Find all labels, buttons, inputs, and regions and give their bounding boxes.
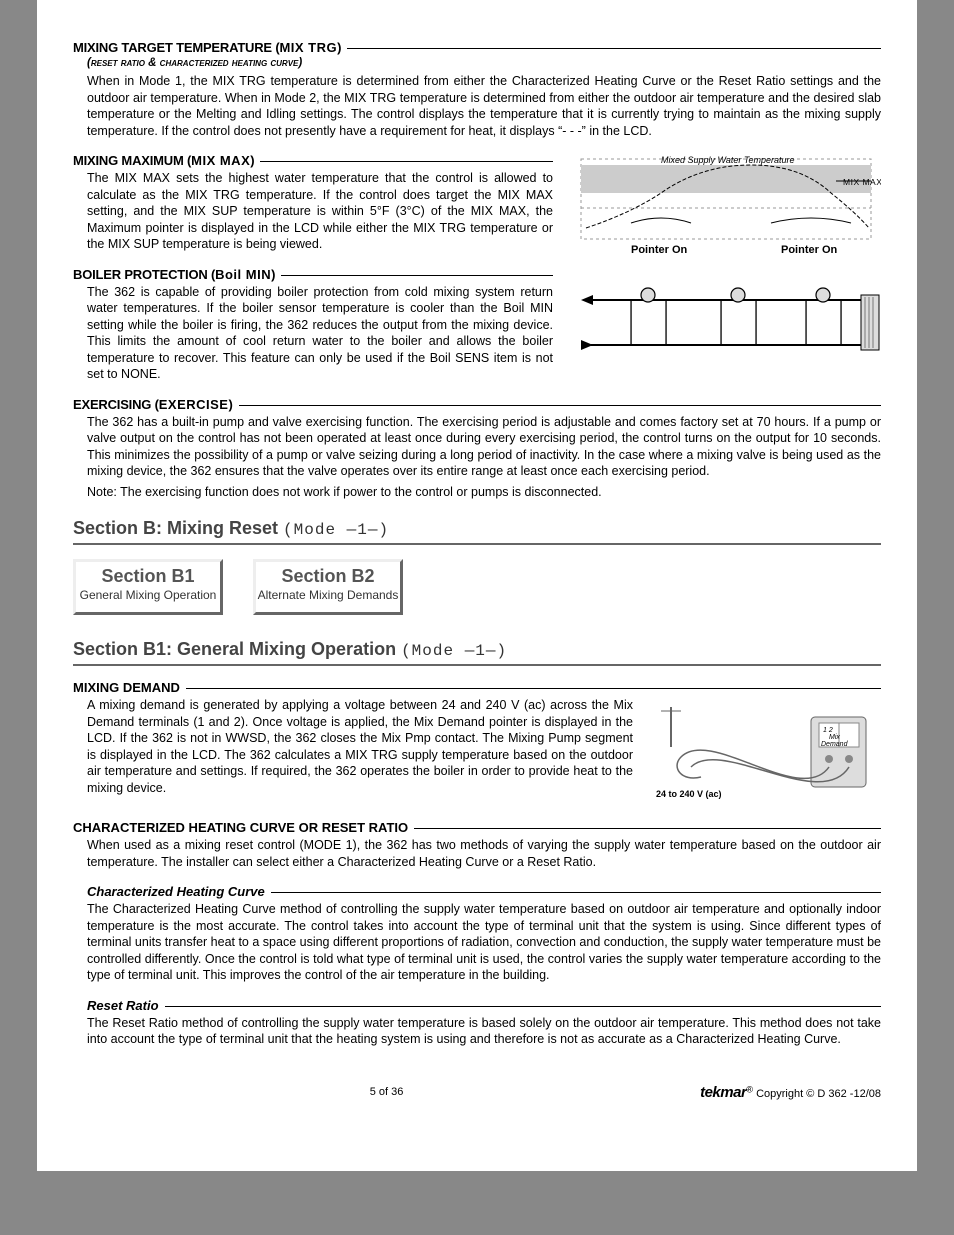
rule: [165, 1006, 881, 1007]
heading-text: MIXING TARGET TEMPERATURE (: [73, 40, 279, 55]
row-mixing-demand: A mixing demand is generated by applying…: [73, 697, 881, 810]
nav-title: Section B1: [76, 566, 220, 588]
heading-text: BOILER PROTECTION (: [73, 267, 215, 282]
heading-close: ): [271, 267, 275, 282]
para-char-curve: The Characterized Heating Curve method o…: [87, 901, 881, 984]
heading-char-curve-reset: CHARACTERIZED HEATING CURVE OR RESET RAT…: [73, 820, 881, 835]
page-number: 5 of 36: [370, 1086, 404, 1098]
page-footer: 5 of 36 tekmar® Copyright © D 362 -12/08: [73, 1078, 881, 1101]
row-mixmax: MIXING MAXIMUM ( MIX MAX ) The MIX MAX s…: [73, 153, 881, 397]
section-title: Section B1: General Mixing Operation: [73, 639, 396, 659]
section-title: Section B: Mixing Reset: [73, 518, 278, 538]
mix-demand-diagram: 1 2 Mix Demand 24 to 240 V (ac): [651, 697, 881, 807]
nav-section-b2[interactable]: Section B2 Alternate Mixing Demands: [253, 559, 403, 615]
pointer-on-right: Pointer On: [781, 244, 838, 256]
para-mixing-demand: A mixing demand is generated by applying…: [87, 697, 633, 796]
heading-text: CHARACTERIZED HEATING CURVE OR RESET RAT…: [73, 820, 408, 835]
copyright: tekmar® Copyright © D 362 -12/08: [700, 1084, 881, 1101]
heading-lcd: MIX MAX: [191, 153, 250, 168]
heading-text: EXERCISING (: [73, 397, 159, 412]
subhead-text: Characterized Heating Curve: [87, 884, 265, 899]
mix-label: Mix: [829, 734, 840, 741]
nav-subtitle: Alternate Mixing Demands: [256, 588, 400, 602]
heading-boil-min: BOILER PROTECTION ( Boil MIN ): [73, 267, 553, 282]
heading-close: ): [337, 40, 341, 55]
rule: [281, 275, 553, 276]
heading-text: MIXING DEMAND: [73, 680, 180, 695]
section-mode: (Mode —1—): [283, 521, 389, 539]
rule: [186, 688, 881, 689]
para-reset-ratio: The Reset Ratio method of controlling th…: [87, 1015, 881, 1048]
subhead-text: Reset Ratio: [87, 998, 159, 1013]
col-figure: 1 2 Mix Demand 24 to 240 V (ac): [651, 697, 881, 810]
rule: [260, 161, 553, 162]
mix-max-curve-diagram: Mixed Supply Water Temperature MIX MAX P…: [571, 153, 881, 263]
heading-mixing-demand: MIXING DEMAND: [73, 680, 881, 695]
heading-lcd: EXERCISE: [159, 397, 229, 412]
heading-lcd: MIX TRG: [279, 40, 337, 55]
para-exercise-note: Note: The exercising function does not w…: [87, 484, 881, 501]
subcaption: (reset ratio & characterized heating cur…: [87, 57, 881, 69]
rule: [239, 405, 881, 406]
heading-close: ): [228, 397, 232, 412]
pointer-on-left: Pointer On: [631, 244, 688, 256]
heading-lcd: Boil MIN: [215, 267, 271, 282]
curve-label: Mixed Supply Water Temperature: [661, 155, 795, 165]
rule: [414, 828, 881, 829]
col-figures: Mixed Supply Water Temperature MIX MAX P…: [571, 153, 881, 397]
terminal-label: 1 2: [823, 727, 833, 734]
heading-exercise: EXERCISING ( EXERCISE ): [73, 397, 881, 412]
section-mode: (Mode —1—): [401, 642, 507, 660]
subhead-reset-ratio: Reset Ratio: [87, 998, 881, 1013]
page: MIXING TARGET TEMPERATURE ( MIX TRG ) (r…: [37, 0, 917, 1171]
para-mix-max: The MIX MAX sets the highest water tempe…: [87, 170, 553, 253]
para-boil-min: The 362 is capable of providing boiler p…: [87, 284, 553, 383]
mix-max-label: MIX MAX: [843, 177, 881, 187]
heading-close: ): [250, 153, 254, 168]
nav-title: Section B2: [256, 566, 400, 588]
col-text: MIXING MAXIMUM ( MIX MAX ) The MIX MAX s…: [73, 153, 553, 397]
voltage-label: 24 to 240 V (ac): [656, 789, 722, 799]
piping-schematic: [571, 275, 881, 375]
copyright-text: Copyright © D 362 -12/08: [756, 1088, 881, 1100]
section-b-header: Section B: Mixing Reset (Mode —1—): [73, 518, 881, 545]
brand-logo: tekmar: [700, 1084, 746, 1101]
para-exercise: The 362 has a built-in pump and valve ex…: [87, 414, 881, 480]
heading-mix-max: MIXING MAXIMUM ( MIX MAX ): [73, 153, 553, 168]
para-char-curve-reset: When used as a mixing reset control (MOD…: [87, 837, 881, 870]
subhead-char-curve: Characterized Heating Curve: [87, 884, 881, 899]
rule: [271, 892, 881, 893]
nav-section-b1[interactable]: Section B1 General Mixing Operation: [73, 559, 223, 615]
nav-button-row: Section B1 General Mixing Operation Sect…: [73, 559, 881, 615]
section-b1-header: Section B1: General Mixing Operation (Mo…: [73, 639, 881, 666]
rule: [347, 48, 881, 49]
demand-label: Demand: [821, 741, 849, 748]
para-mix-trg: When in Mode 1, the MIX TRG temperature …: [87, 73, 881, 139]
col-text: A mixing demand is generated by applying…: [73, 697, 633, 810]
heading-text: MIXING MAXIMUM (: [73, 153, 191, 168]
heading-mix-trg: MIXING TARGET TEMPERATURE ( MIX TRG ): [73, 40, 881, 55]
nav-subtitle: General Mixing Operation: [76, 588, 220, 602]
